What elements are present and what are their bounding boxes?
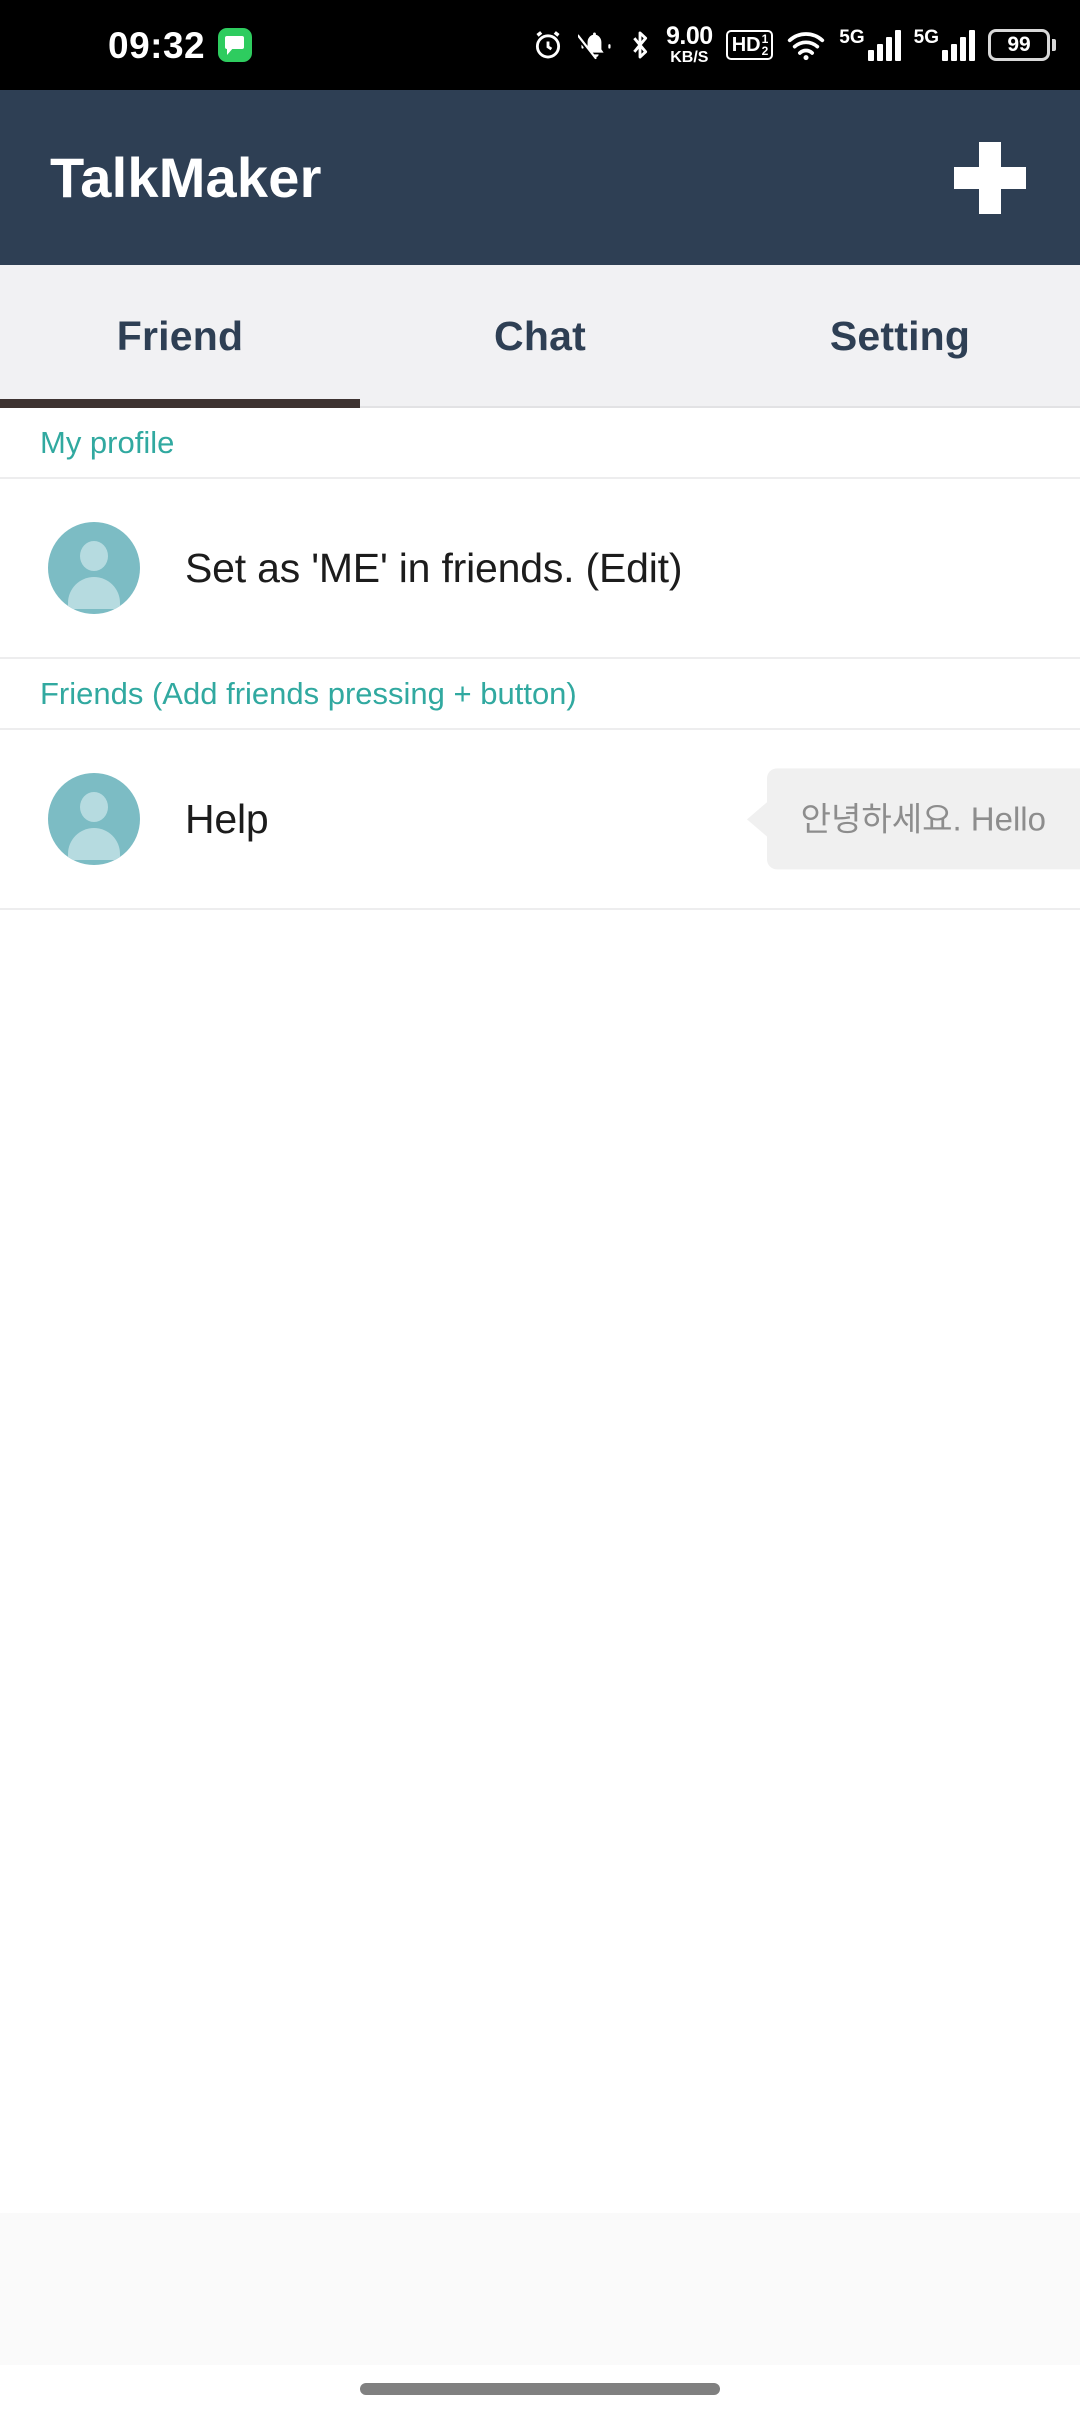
network-speed-unit: KB/S <box>670 49 709 66</box>
wifi-icon <box>788 32 825 61</box>
alarm-clock-icon <box>535 31 561 59</box>
page-title: TalkMaker <box>50 146 322 209</box>
status-bar: 09:32 9.00 KB/S HD 1 2 5G 5G 99 <box>0 0 1080 90</box>
friend-name: Help <box>185 795 269 842</box>
sim1-network-label: 5G <box>839 27 865 48</box>
battery-icon: 99 <box>988 29 1056 61</box>
app-bar: TalkMaker <box>0 90 1080 265</box>
status-bar-right: 9.00 KB/S HD 1 2 5G 5G 99 <box>531 24 1056 66</box>
ad-placeholder-band <box>0 2213 1080 2365</box>
tab-chat[interactable]: Chat <box>360 265 720 408</box>
app-screen: 09:32 9.00 KB/S HD 1 2 5G 5G 99 TalkMake… <box>0 0 1080 2412</box>
person-placeholder-icon <box>48 522 140 614</box>
tab-bar: Friend Chat Setting <box>0 265 1080 408</box>
hd-sub-bottom: 2 <box>761 44 769 58</box>
list-item[interactable]: Set as 'ME' in friends. (Edit) <box>0 479 1080 659</box>
section-header-my-profile: My profile <box>0 408 1080 479</box>
hd-label: HD <box>731 34 761 56</box>
sim1-signal-icon: 5G <box>839 27 901 61</box>
sim2-signal-icon: 5G <box>913 27 975 61</box>
tab-friend[interactable]: Friend <box>0 265 360 408</box>
bell-muted-icon <box>578 32 611 60</box>
message-preview-bubble: 안녕하세요. Hello <box>766 768 1080 870</box>
home-indicator[interactable] <box>360 2382 720 2395</box>
message-icon <box>218 28 253 62</box>
network-speed-indicator: 9.00 KB/S <box>666 24 713 66</box>
add-friend-button[interactable] <box>938 126 1042 230</box>
tab-setting[interactable]: Setting <box>720 265 1080 408</box>
bluetooth-icon <box>633 31 648 59</box>
person-placeholder-icon <box>48 773 140 865</box>
sim2-network-label: 5G <box>913 27 939 48</box>
tab-selected-indicator <box>0 399 360 408</box>
status-bar-clock: 09:32 <box>108 24 206 66</box>
hd-voice-icon: HD 1 2 <box>725 30 774 60</box>
gesture-navigation-bar <box>0 2365 1080 2412</box>
battery-percent: 99 <box>988 29 1050 61</box>
friend-list: My profile Set as 'ME' in friends. (Edit… <box>0 408 1080 2412</box>
table-row[interactable]: Help 안녕하세요. Hello <box>0 730 1080 910</box>
list-item-label: Set as 'ME' in friends. (Edit) <box>185 544 683 591</box>
status-bar-left: 09:32 <box>108 24 253 66</box>
network-speed-value: 9.00 <box>666 22 713 50</box>
section-header-friends: Friends (Add friends pressing + button) <box>0 659 1080 730</box>
